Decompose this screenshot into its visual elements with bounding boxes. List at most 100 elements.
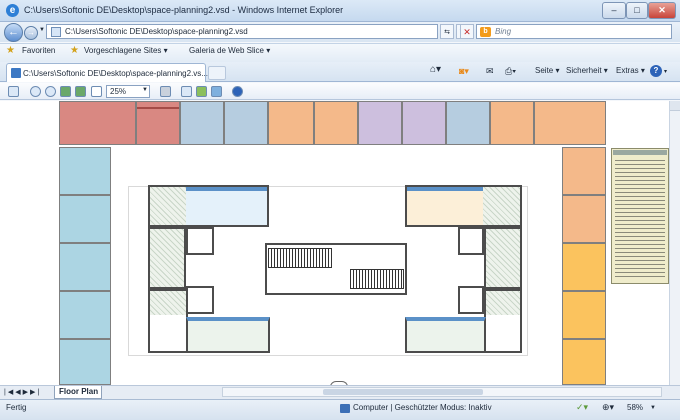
security-menu[interactable]: Sicherheit ▾ bbox=[566, 66, 608, 75]
elevator-right-bottom[interactable] bbox=[458, 286, 484, 314]
forward-button[interactable]: → bbox=[24, 26, 38, 40]
table-rows bbox=[615, 157, 665, 279]
room-orange-2[interactable] bbox=[314, 101, 358, 145]
search-placeholder: Bing bbox=[495, 27, 512, 36]
room-hatched-left[interactable] bbox=[148, 227, 186, 289]
sheet-nav-arrows-icon[interactable]: |◀◀▶▶| bbox=[4, 388, 41, 396]
room-cyan-5[interactable] bbox=[59, 339, 111, 385]
horizontal-scrollbar[interactable] bbox=[222, 387, 662, 397]
vertical-scrollbar[interactable] bbox=[669, 101, 680, 385]
hatched-area bbox=[486, 291, 520, 315]
room-blue-3[interactable] bbox=[446, 101, 490, 145]
extras-menu[interactable]: Extras ▾ bbox=[616, 66, 645, 75]
zoom-out-icon[interactable] bbox=[45, 86, 56, 97]
hatched-area bbox=[483, 187, 520, 225]
layers-icon[interactable] bbox=[181, 86, 192, 97]
room-orange-3[interactable] bbox=[490, 101, 534, 145]
room-orange-1[interactable] bbox=[268, 101, 314, 145]
office-blue-top-left[interactable] bbox=[186, 187, 267, 225]
room-hatched-right[interactable] bbox=[484, 227, 522, 289]
hatched-area bbox=[150, 187, 186, 225]
suggested-sites-label: Vorgeschlagene Sites bbox=[84, 46, 162, 55]
fit-width-icon[interactable] bbox=[75, 86, 86, 97]
room-red-1[interactable] bbox=[59, 101, 136, 145]
computer-zone-icon bbox=[340, 404, 350, 413]
room-gold-2[interactable] bbox=[562, 291, 606, 339]
maximize-button[interactable]: □ bbox=[626, 2, 648, 19]
office-bottom-left[interactable] bbox=[186, 317, 270, 353]
room-cyan-1[interactable] bbox=[59, 147, 111, 195]
home-icon[interactable]: ⌂▾ bbox=[430, 64, 441, 75]
room-gold-1[interactable] bbox=[562, 243, 606, 291]
addons-icon[interactable]: ✓▾ bbox=[576, 402, 588, 413]
add-favorite-icon[interactable]: ★ bbox=[70, 45, 79, 56]
room-blue-1[interactable] bbox=[180, 101, 224, 145]
room-purple-1[interactable] bbox=[358, 101, 402, 145]
help-icon[interactable]: ? bbox=[650, 65, 662, 77]
markup-icon[interactable] bbox=[211, 86, 222, 97]
browser-tab-active[interactable]: C:\Users\Softonic DE\Desktop\space-plann… bbox=[6, 63, 208, 82]
address-text: C:\Users\Softonic DE\Desktop\space-plann… bbox=[65, 27, 248, 36]
visio-help-icon[interactable] bbox=[232, 86, 243, 97]
scroll-thumb[interactable] bbox=[323, 389, 483, 395]
actual-size-icon[interactable] bbox=[91, 86, 102, 97]
office-cream-top-right[interactable] bbox=[407, 187, 483, 225]
zoom-dropdown-icon[interactable]: ▼ bbox=[650, 405, 656, 411]
zoom-value: 25% bbox=[110, 87, 127, 96]
room-purple-2[interactable] bbox=[402, 101, 446, 145]
elevator-left-top[interactable] bbox=[186, 227, 214, 255]
zoom-in-icon[interactable] bbox=[30, 86, 41, 97]
new-tab-button[interactable] bbox=[208, 66, 226, 80]
table-header-bar bbox=[613, 150, 667, 155]
security-menu-label: Sicherheit bbox=[566, 66, 602, 75]
space-data-table[interactable] bbox=[611, 148, 669, 284]
web-slice-label: Galeria de Web Slice bbox=[189, 46, 264, 55]
search-field[interactable]: b Bing bbox=[476, 24, 672, 39]
history-dropdown-icon[interactable]: ▼ bbox=[39, 27, 45, 33]
room-orange-6[interactable] bbox=[562, 195, 606, 243]
favorites-star-icon: ★ bbox=[6, 45, 15, 56]
room-cyan-2[interactable] bbox=[59, 195, 111, 243]
room-gold-3[interactable] bbox=[562, 339, 606, 385]
title-bar: e C:\Users\Softonic DE\Desktop\space-pla… bbox=[0, 0, 680, 22]
web-slice-gallery-link[interactable]: Galeria de Web Slice ▾ bbox=[189, 46, 270, 55]
status-zoom-value[interactable]: 58% bbox=[627, 403, 643, 412]
help-dropdown-icon[interactable]: ▾ bbox=[664, 68, 667, 75]
elevator-left-bottom[interactable] bbox=[186, 286, 214, 314]
window-title: C:\Users\Softonic DE\Desktop\space-plann… bbox=[24, 5, 344, 15]
mail-icon[interactable]: ✉ bbox=[486, 66, 494, 77]
suggested-sites-link[interactable]: Vorgeschlagene Sites ▾ bbox=[84, 46, 168, 55]
page-menu-label: Seite bbox=[535, 66, 554, 75]
sheet-tab-floor-plan[interactable]: Floor Plan bbox=[54, 386, 102, 399]
pan-tool-icon[interactable] bbox=[160, 86, 171, 97]
room-blue-2[interactable] bbox=[224, 101, 268, 145]
print-icon[interactable]: ⎙▾ bbox=[505, 66, 516, 77]
office-bottom-right[interactable] bbox=[405, 317, 486, 353]
address-field[interactable]: C:\Users\Softonic DE\Desktop\space-plann… bbox=[46, 24, 438, 39]
elevator-right-top[interactable] bbox=[458, 227, 484, 255]
close-button[interactable]: ✕ bbox=[648, 2, 676, 19]
room-orange-5[interactable] bbox=[562, 147, 606, 195]
minimize-button[interactable]: – bbox=[602, 2, 626, 19]
feeds-icon[interactable]: ◙▾ bbox=[459, 66, 469, 77]
extras-menu-label: Extras bbox=[616, 66, 639, 75]
stop-button[interactable]: ✕ bbox=[460, 24, 474, 39]
stair-lower bbox=[350, 269, 404, 289]
properties-icon[interactable] bbox=[196, 86, 207, 97]
compat-view-icon[interactable]: ⇆ bbox=[440, 24, 454, 39]
visio-tab-icon bbox=[11, 68, 21, 78]
room-cyan-4[interactable] bbox=[59, 291, 111, 339]
zoom-icon[interactable]: ⊕▾ bbox=[602, 402, 614, 413]
room-red-2-label bbox=[137, 107, 179, 109]
zoom-select[interactable]: 25% ▼ bbox=[106, 85, 150, 98]
room-cyan-3[interactable] bbox=[59, 243, 111, 291]
room-orange-4[interactable] bbox=[534, 101, 606, 145]
page-menu[interactable]: Seite ▾ bbox=[535, 66, 559, 75]
back-button[interactable]: ← bbox=[4, 23, 23, 42]
hatched-area bbox=[150, 291, 186, 315]
drawing-canvas[interactable] bbox=[0, 101, 669, 385]
scroll-up-arrow[interactable] bbox=[670, 101, 680, 111]
page-icon bbox=[51, 27, 61, 37]
favorites-button[interactable]: Favoriten bbox=[22, 46, 55, 55]
fit-page-icon[interactable] bbox=[60, 86, 71, 97]
